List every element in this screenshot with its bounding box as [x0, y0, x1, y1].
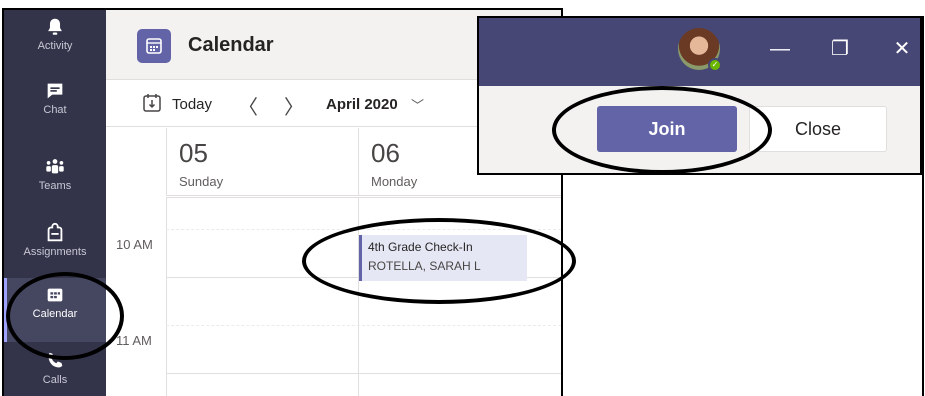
- maximize-icon[interactable]: ❐: [827, 36, 853, 62]
- rail-item-activity[interactable]: Activity: [4, 10, 106, 74]
- day-column-sunday[interactable]: [166, 197, 358, 396]
- rail-label: Assignments: [23, 246, 87, 258]
- day-name: Sunday: [179, 174, 224, 189]
- event-title: 4th Grade Check-In: [368, 240, 473, 254]
- meeting-join-panel: ✓ — ❐ ✕ Join Close: [477, 16, 922, 175]
- day-header-sunday: 05 Sunday: [166, 128, 358, 196]
- rail-item-assignments[interactable]: Assignments: [4, 216, 106, 280]
- meeting-title-bar: ✓ — ❐ ✕: [479, 18, 920, 86]
- hour-line: [166, 373, 561, 374]
- day-column-monday[interactable]: [358, 197, 561, 396]
- event-organizer: ROTELLA, SARAH L: [368, 259, 481, 273]
- day-number: 06: [371, 138, 400, 168]
- day-number: 05: [179, 138, 208, 168]
- hour-line: [166, 197, 561, 198]
- teams-icon: [46, 159, 64, 174]
- time-label: 10 AM: [116, 237, 153, 252]
- calendar-app-icon: [137, 29, 171, 63]
- chat-icon: [47, 83, 63, 99]
- calendar-grid: 10 AM 11 AM 4th Grade Check-In ROTELLA, …: [106, 197, 561, 396]
- frame-border: [922, 16, 924, 396]
- previous-week-button[interactable]: 〈: [238, 91, 258, 119]
- rail-label: Activity: [37, 40, 73, 52]
- rail-item-teams[interactable]: Teams: [4, 150, 106, 214]
- join-button[interactable]: Join: [597, 106, 737, 152]
- bell-icon: [48, 18, 62, 35]
- rail-label: Calendar: [32, 308, 78, 320]
- half-hour-line: [166, 229, 561, 230]
- app-rail: Activity Chat Teams Assignments Calendar…: [4, 10, 106, 396]
- half-hour-line: [166, 325, 561, 326]
- rail-label: Chat: [43, 104, 67, 116]
- calendar-icon: [47, 288, 63, 302]
- rail-item-calendar[interactable]: Calendar: [4, 278, 106, 342]
- close-icon[interactable]: ✕: [889, 36, 915, 62]
- time-label: 11 AM: [116, 333, 152, 348]
- phone-icon: [48, 352, 63, 368]
- next-week-button[interactable]: 〉: [284, 91, 304, 119]
- today-button[interactable]: Today: [172, 96, 212, 113]
- rail-label: Teams: [38, 180, 72, 192]
- today-icon[interactable]: [142, 93, 162, 113]
- presence-available-icon: ✓: [708, 58, 722, 72]
- annotated-screenshot: Activity Chat Teams Assignments Calendar…: [0, 0, 925, 396]
- backpack-icon: [47, 222, 63, 242]
- minimize-icon[interactable]: —: [767, 36, 793, 62]
- month-selector[interactable]: April 2020: [326, 96, 398, 113]
- rail-item-chat[interactable]: Chat: [4, 74, 106, 138]
- chevron-down-icon[interactable]: ﹀: [411, 95, 424, 114]
- day-name: Monday: [371, 174, 418, 189]
- rail-label: Calls: [42, 374, 68, 386]
- page-title: Calendar: [188, 34, 274, 56]
- close-button[interactable]: Close: [749, 106, 887, 152]
- rail-item-calls[interactable]: Calls: [4, 344, 106, 396]
- meeting-event[interactable]: 4th Grade Check-In ROTELLA, SARAH L: [359, 235, 527, 281]
